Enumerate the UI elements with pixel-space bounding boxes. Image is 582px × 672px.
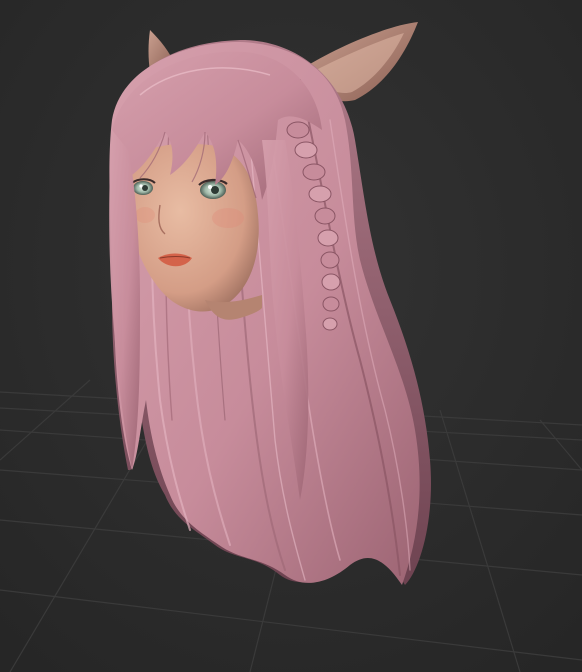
3d-viewport[interactable] bbox=[0, 0, 582, 672]
viewport-canvas[interactable] bbox=[0, 0, 582, 672]
left-cheek-blush bbox=[135, 207, 155, 223]
right-cheek-blush bbox=[212, 208, 244, 228]
